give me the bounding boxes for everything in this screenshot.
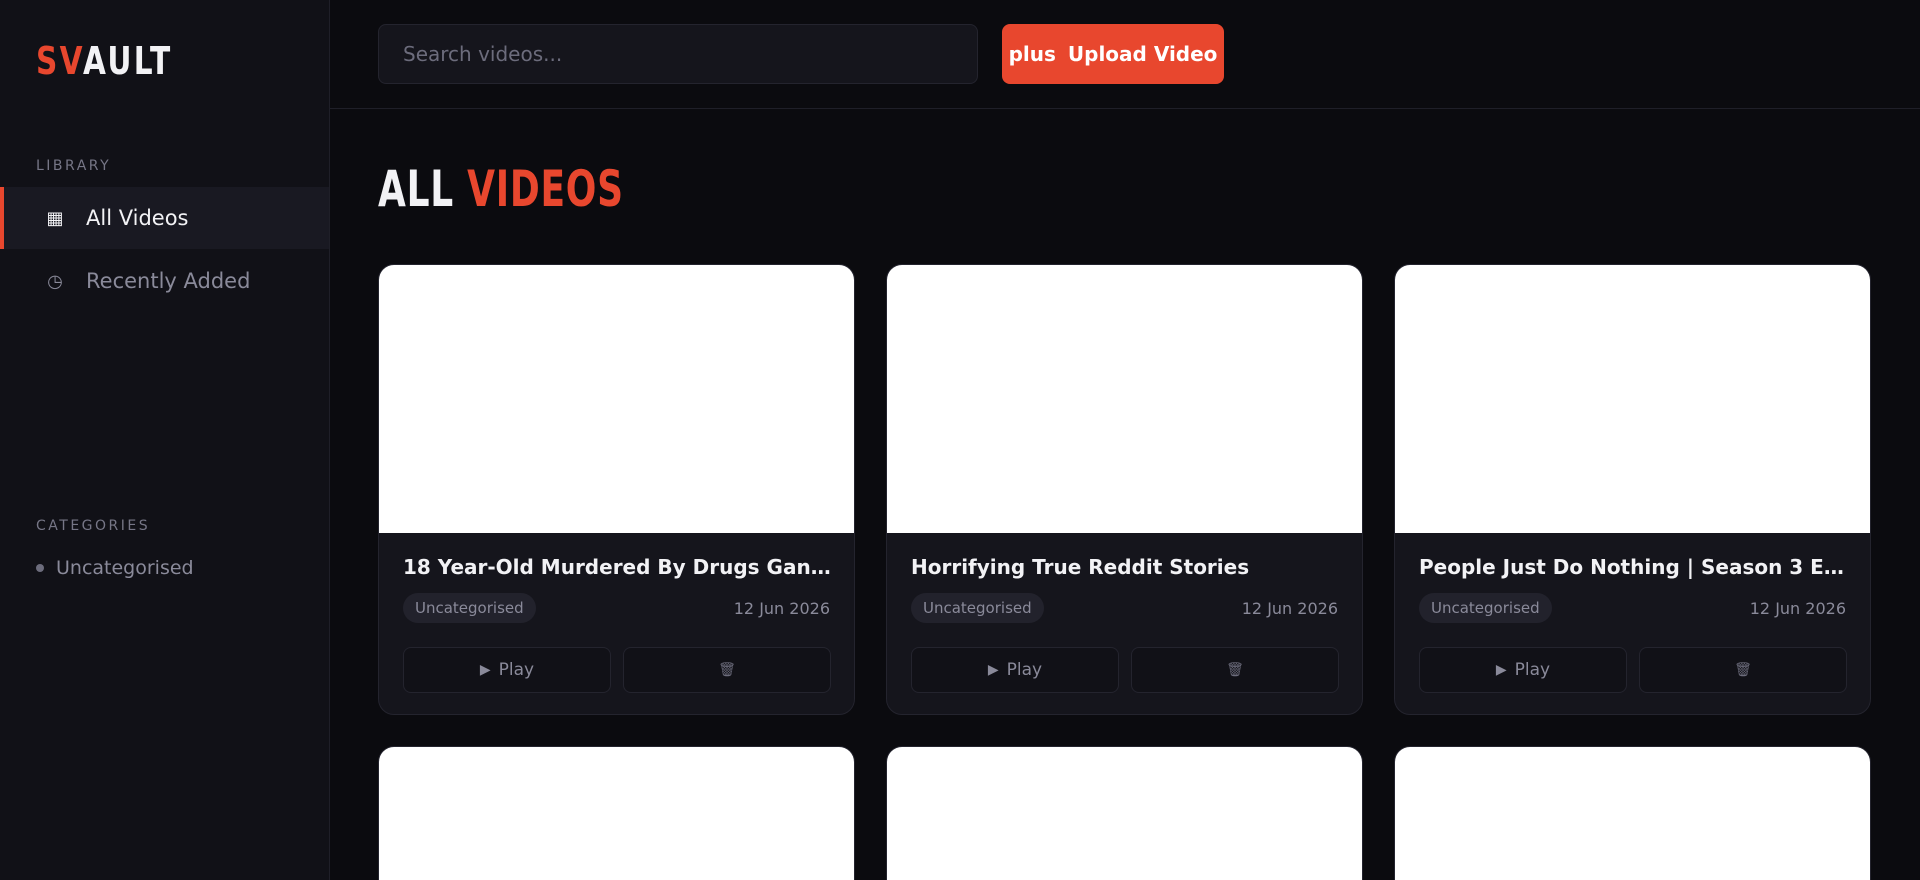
page-title: ALL VIDEOS xyxy=(378,164,624,214)
video-title: 18 Year-Old Murdered By Drugs Gang Out O… xyxy=(403,555,833,579)
video-card[interactable]: Horrifying True Reddit Stories Uncategor… xyxy=(886,264,1363,715)
delete-button[interactable]: 🗑 xyxy=(1131,647,1339,693)
main-content: plus Upload Video ALL VIDEOS 18 Year-Old… xyxy=(330,0,1920,880)
page-title-part2: VIDEOS xyxy=(467,160,624,218)
sidebar-item-all-videos[interactable]: ▦ All Videos xyxy=(0,187,329,249)
video-date: 12 Jun 2026 xyxy=(1749,599,1846,618)
trash-icon: 🗑 xyxy=(1226,662,1244,678)
sidebar-item-label: Recently Added xyxy=(86,269,251,293)
play-icon: ▶ xyxy=(479,662,491,678)
top-bar: plus Upload Video xyxy=(330,0,1920,109)
video-card[interactable] xyxy=(378,746,855,880)
upload-video-label: Upload Video xyxy=(1067,42,1218,66)
play-button[interactable]: ▶ Play xyxy=(403,647,611,693)
video-thumbnail[interactable] xyxy=(887,747,1362,880)
play-label: Play xyxy=(1006,660,1043,680)
video-card[interactable] xyxy=(1394,746,1871,880)
video-date: 12 Jun 2026 xyxy=(1241,599,1338,618)
search-input[interactable] xyxy=(378,24,978,84)
app-root: SVAULT LIBRARY ▦ All Videos ◷ Recently A… xyxy=(0,0,1920,880)
play-label: Play xyxy=(498,660,535,680)
upload-video-button[interactable]: plus Upload Video xyxy=(1002,24,1224,84)
video-title: Horrifying True Reddit Stories xyxy=(911,555,1250,579)
play-icon: ▶ xyxy=(987,662,999,678)
clock-icon: ◷ xyxy=(47,270,63,292)
video-thumbnail[interactable] xyxy=(887,265,1362,533)
logo-rest: AULT xyxy=(82,39,173,83)
video-date: 12 Jun 2026 xyxy=(733,599,830,618)
video-thumbnail[interactable] xyxy=(379,265,854,533)
video-thumbnail[interactable] xyxy=(1395,265,1870,533)
delete-button[interactable]: 🗑 xyxy=(1639,647,1847,693)
video-thumbnail[interactable] xyxy=(1395,747,1870,880)
video-card[interactable]: 18 Year-Old Murdered By Drugs Gang Out O… xyxy=(378,264,855,715)
play-button[interactable]: ▶ Play xyxy=(911,647,1119,693)
sidebar-item-label: All Videos xyxy=(86,206,189,230)
logo-accent: SV xyxy=(36,39,83,83)
video-card[interactable] xyxy=(886,746,1363,880)
category-item-uncategorised[interactable]: Uncategorised xyxy=(36,557,194,579)
dot-icon xyxy=(36,564,44,572)
video-card[interactable]: People Just Do Nothing | Season 3 Episod… xyxy=(1394,264,1871,715)
category-badge: Uncategorised xyxy=(911,593,1044,623)
video-thumbnail[interactable] xyxy=(379,747,854,880)
sidebar-item-recently-added[interactable]: ◷ Recently Added xyxy=(0,250,329,312)
video-title: People Just Do Nothing | Season 3 Episod… xyxy=(1419,555,1849,579)
trash-icon: 🗑 xyxy=(1734,662,1752,678)
categories-label: CATEGORIES xyxy=(36,518,151,534)
sidebar: SVAULT LIBRARY ▦ All Videos ◷ Recently A… xyxy=(0,0,330,880)
category-item-label: Uncategorised xyxy=(56,557,194,579)
delete-button[interactable]: 🗑 xyxy=(623,647,831,693)
category-badge: Uncategorised xyxy=(1419,593,1552,623)
trash-icon: 🗑 xyxy=(718,662,736,678)
grid-icon: ▦ xyxy=(46,207,64,229)
play-button[interactable]: ▶ Play xyxy=(1419,647,1627,693)
play-label: Play xyxy=(1514,660,1551,680)
page-title-part1: ALL xyxy=(378,160,454,218)
plus-icon: plus xyxy=(1008,42,1056,66)
play-icon: ▶ xyxy=(1495,662,1507,678)
category-badge: Uncategorised xyxy=(403,593,536,623)
library-label: LIBRARY xyxy=(36,158,112,174)
logo[interactable]: SVAULT xyxy=(36,42,173,80)
